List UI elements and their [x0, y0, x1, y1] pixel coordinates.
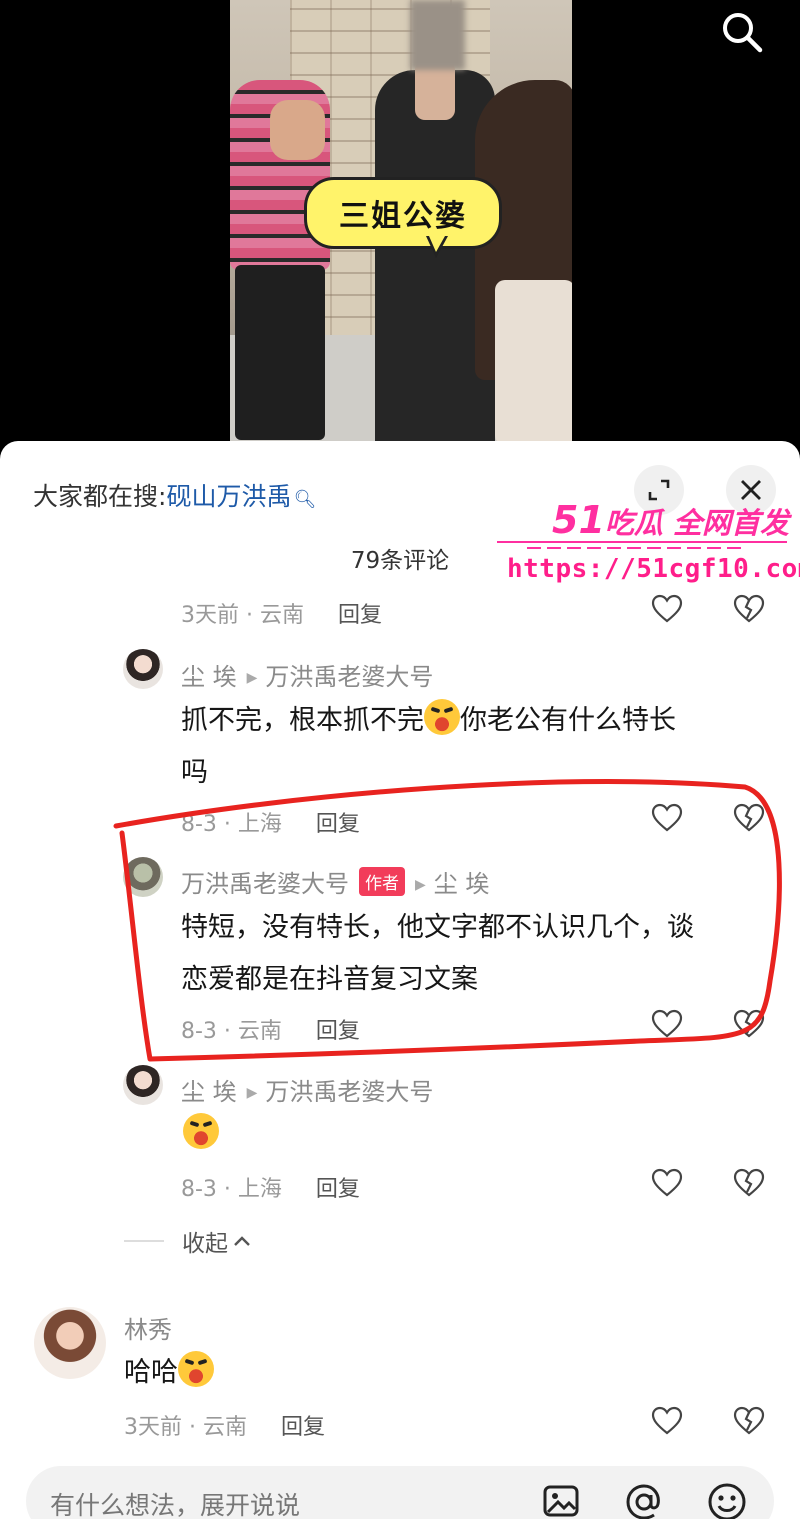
reply-button[interactable]: 回复	[281, 1415, 325, 1440]
avatar[interactable]	[34, 1307, 106, 1379]
reply-arrow-icon: ▶	[246, 670, 258, 686]
comment-sheet: 大家都在搜:砚山万洪禹 🔍︎ 79条评论 51吃瓜 全网首发 https://51…	[0, 441, 800, 1519]
watermark-lines	[497, 541, 787, 549]
username[interactable]: 万洪禹老婆大号	[181, 870, 349, 898]
search-small-icon: 🔍︎	[293, 489, 317, 510]
reply-button[interactable]: 回复	[316, 812, 360, 837]
reply-user-line: 尘 埃 ▶ 万洪禹老婆大号	[181, 657, 433, 692]
username[interactable]: 林秀	[124, 1310, 172, 1345]
comment-meta: 3天前 · 云南 回复	[124, 1415, 325, 1440]
username[interactable]: 尘 埃	[181, 663, 237, 691]
comment-meta: 8-3 · 上海 回复	[181, 812, 360, 837]
reply-user-line: 尘 埃 ▶ 万洪禹老婆大号	[181, 1072, 433, 1107]
comment-input[interactable]: 有什么想法，展开说说	[50, 1486, 300, 1519]
chevron-up-icon	[234, 1236, 250, 1246]
broken-heart-icon[interactable]	[732, 1404, 766, 1438]
broken-heart-icon[interactable]	[732, 1166, 766, 1200]
image-icon[interactable]	[542, 1482, 580, 1519]
heart-icon[interactable]	[650, 592, 684, 626]
heart-icon[interactable]	[650, 1166, 684, 1200]
at-icon[interactable]	[624, 1482, 664, 1519]
reply-arrow-icon: ▶	[415, 877, 426, 893]
avatar[interactable]	[123, 649, 163, 689]
reply-user-line: 万洪禹老婆大号 作者 ▶ 尘 埃	[181, 864, 489, 899]
avatar[interactable]	[123, 1065, 163, 1105]
comment-text: 抓不完，根本抓不完 你老公有什么特长吗	[181, 695, 761, 799]
comment-text	[183, 1109, 219, 1161]
laugh-cry-emoji-icon	[178, 1351, 214, 1387]
heart-icon[interactable]	[650, 1404, 684, 1438]
username[interactable]: 尘 埃	[181, 1078, 237, 1106]
collapse-label: 收起	[182, 1231, 228, 1257]
heart-icon[interactable]	[650, 1007, 684, 1041]
watermark-url: https://51cgf10.com	[507, 554, 800, 584]
comment-input-bar[interactable]: 有什么想法，展开说说	[26, 1466, 774, 1519]
laugh-cry-emoji-icon	[183, 1113, 219, 1149]
comment-meta: 3天前 · 云南 回复	[181, 603, 382, 628]
broken-heart-icon[interactable]	[732, 1007, 766, 1041]
reply-arrow-icon: ▶	[246, 1085, 258, 1101]
reply-button[interactable]: 回复	[316, 1177, 360, 1202]
emoji-icon[interactable]	[706, 1481, 748, 1519]
reply-button[interactable]: 回复	[338, 603, 382, 628]
comment-meta: 8-3 · 上海 回复	[181, 1177, 360, 1202]
comment-meta: 8-3 · 云南 回复	[181, 1019, 360, 1044]
heart-icon[interactable]	[650, 801, 684, 835]
broken-heart-icon[interactable]	[732, 801, 766, 835]
laugh-cry-emoji-icon	[424, 699, 460, 735]
search-icon	[723, 13, 763, 53]
comment-text: 哈哈	[124, 1347, 214, 1399]
watermark: 51吃瓜 全网首发 https://51cgf10.com	[497, 498, 800, 598]
reply-button[interactable]: 回复	[316, 1019, 360, 1044]
author-avatar[interactable]	[123, 857, 163, 897]
video-person-left	[230, 60, 330, 445]
divider	[124, 1240, 164, 1242]
collapse-replies-button[interactable]: 收起	[124, 1224, 252, 1258]
watermark-brand: 51吃瓜 全网首发	[552, 498, 789, 542]
video-person-right	[475, 80, 572, 445]
author-badge: 作者	[359, 867, 405, 896]
hot-search-prefix: 大家都在搜:	[33, 482, 167, 511]
reply-target[interactable]: 万洪禹老婆大号	[265, 663, 433, 691]
hot-search-keyword[interactable]: 砚山万洪禹	[166, 482, 291, 511]
video-sticker: 三姐公婆	[304, 177, 502, 249]
search-button[interactable]	[720, 10, 764, 54]
broken-heart-icon[interactable]	[732, 592, 766, 626]
video-frame[interactable]: 三姐公婆	[230, 0, 572, 445]
reply-target[interactable]: 万洪禹老婆大号	[265, 1078, 433, 1106]
hot-search-bar[interactable]: 大家都在搜:砚山万洪禹 🔍︎	[33, 477, 316, 513]
comment-text: 特短，没有特长，他文字都不认识几个，谈 恋爱都是在抖音复习文案	[181, 912, 694, 995]
reply-target[interactable]: 尘 埃	[434, 870, 490, 898]
video-player[interactable]: 三姐公婆	[0, 0, 800, 460]
